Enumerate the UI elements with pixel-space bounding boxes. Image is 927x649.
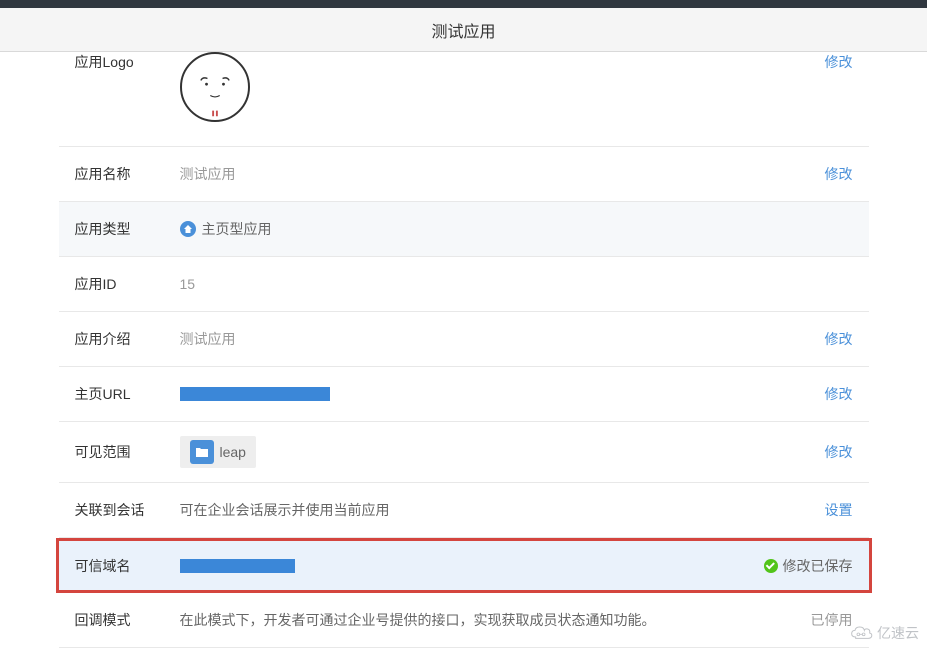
- saved-status-text: 修改已保存: [783, 556, 853, 576]
- callback-status: 已停用: [811, 610, 853, 630]
- row-app-type: 应用类型 主页型应用: [59, 202, 869, 257]
- range-tag: leap: [180, 436, 256, 468]
- value-app-name: 测试应用: [180, 164, 825, 184]
- row-visible-range: 可见范围 leap 修改: [59, 422, 869, 483]
- folder-icon: [190, 440, 214, 464]
- home-icon: [180, 221, 196, 237]
- page-title: 测试应用: [431, 18, 495, 42]
- top-bar: [0, 0, 927, 8]
- watermark: 亿速云: [849, 623, 919, 643]
- value-main-url: [180, 387, 825, 401]
- redacted-url: [180, 387, 330, 401]
- value-app-id: 15: [180, 276, 853, 292]
- label-app-name: 应用名称: [75, 164, 180, 184]
- redacted-domain: [180, 559, 295, 573]
- row-app-name: 应用名称 测试应用 修改: [59, 147, 869, 202]
- avatar-image: [180, 52, 250, 122]
- label-visible-range: 可见范围: [75, 442, 180, 462]
- range-tag-text: leap: [220, 444, 246, 460]
- label-app-logo: 应用Logo: [75, 52, 180, 72]
- value-app-type: 主页型应用: [180, 219, 853, 239]
- type-text: 主页型应用: [202, 219, 272, 239]
- modify-range-link[interactable]: 修改: [825, 442, 853, 462]
- row-trusted-domain: 可信域名 修改已保存: [56, 538, 872, 593]
- row-app-intro: 应用介绍 测试应用 修改: [59, 312, 869, 367]
- label-app-id: 应用ID: [75, 274, 180, 294]
- value-session: 可在企业会话展示并使用当前应用: [180, 500, 825, 520]
- value-visible-range: leap: [180, 436, 825, 468]
- row-main-url: 主页URL 修改: [59, 367, 869, 422]
- label-main-url: 主页URL: [75, 384, 180, 404]
- row-callback-mode: 回调模式 在此模式下，开发者可通过企业号提供的接口，实现获取成员状态通知功能。 …: [59, 593, 869, 648]
- value-app-intro: 测试应用: [180, 329, 825, 349]
- value-trusted-domain: [180, 559, 764, 573]
- label-app-type: 应用类型: [75, 219, 180, 239]
- saved-status: 修改已保存: [764, 556, 853, 576]
- value-app-logo: [180, 52, 825, 122]
- check-icon: [764, 559, 778, 573]
- label-session: 关联到会话: [75, 500, 180, 520]
- settings-session-link[interactable]: 设置: [825, 500, 853, 520]
- label-callback-mode: 回调模式: [75, 610, 180, 630]
- label-app-intro: 应用介绍: [75, 329, 180, 349]
- modify-url-link[interactable]: 修改: [825, 384, 853, 404]
- row-session: 关联到会话 可在企业会话展示并使用当前应用 设置: [59, 483, 869, 538]
- row-app-logo: 应用Logo 修改: [59, 52, 869, 147]
- watermark-text: 亿速云: [877, 623, 919, 643]
- cloud-icon: [849, 625, 873, 641]
- row-app-id: 应用ID 15: [59, 257, 869, 312]
- value-callback-mode: 在此模式下，开发者可通过企业号提供的接口，实现获取成员状态通知功能。: [180, 610, 811, 630]
- settings-list: 应用Logo 修改 应用名称 测试应用 修改 应用类型: [29, 52, 899, 648]
- label-trusted-domain: 可信域名: [75, 556, 180, 576]
- modify-intro-link[interactable]: 修改: [825, 329, 853, 349]
- modify-name-link[interactable]: 修改: [825, 164, 853, 184]
- page-header: 测试应用: [0, 8, 927, 52]
- modify-logo-link[interactable]: 修改: [825, 52, 853, 72]
